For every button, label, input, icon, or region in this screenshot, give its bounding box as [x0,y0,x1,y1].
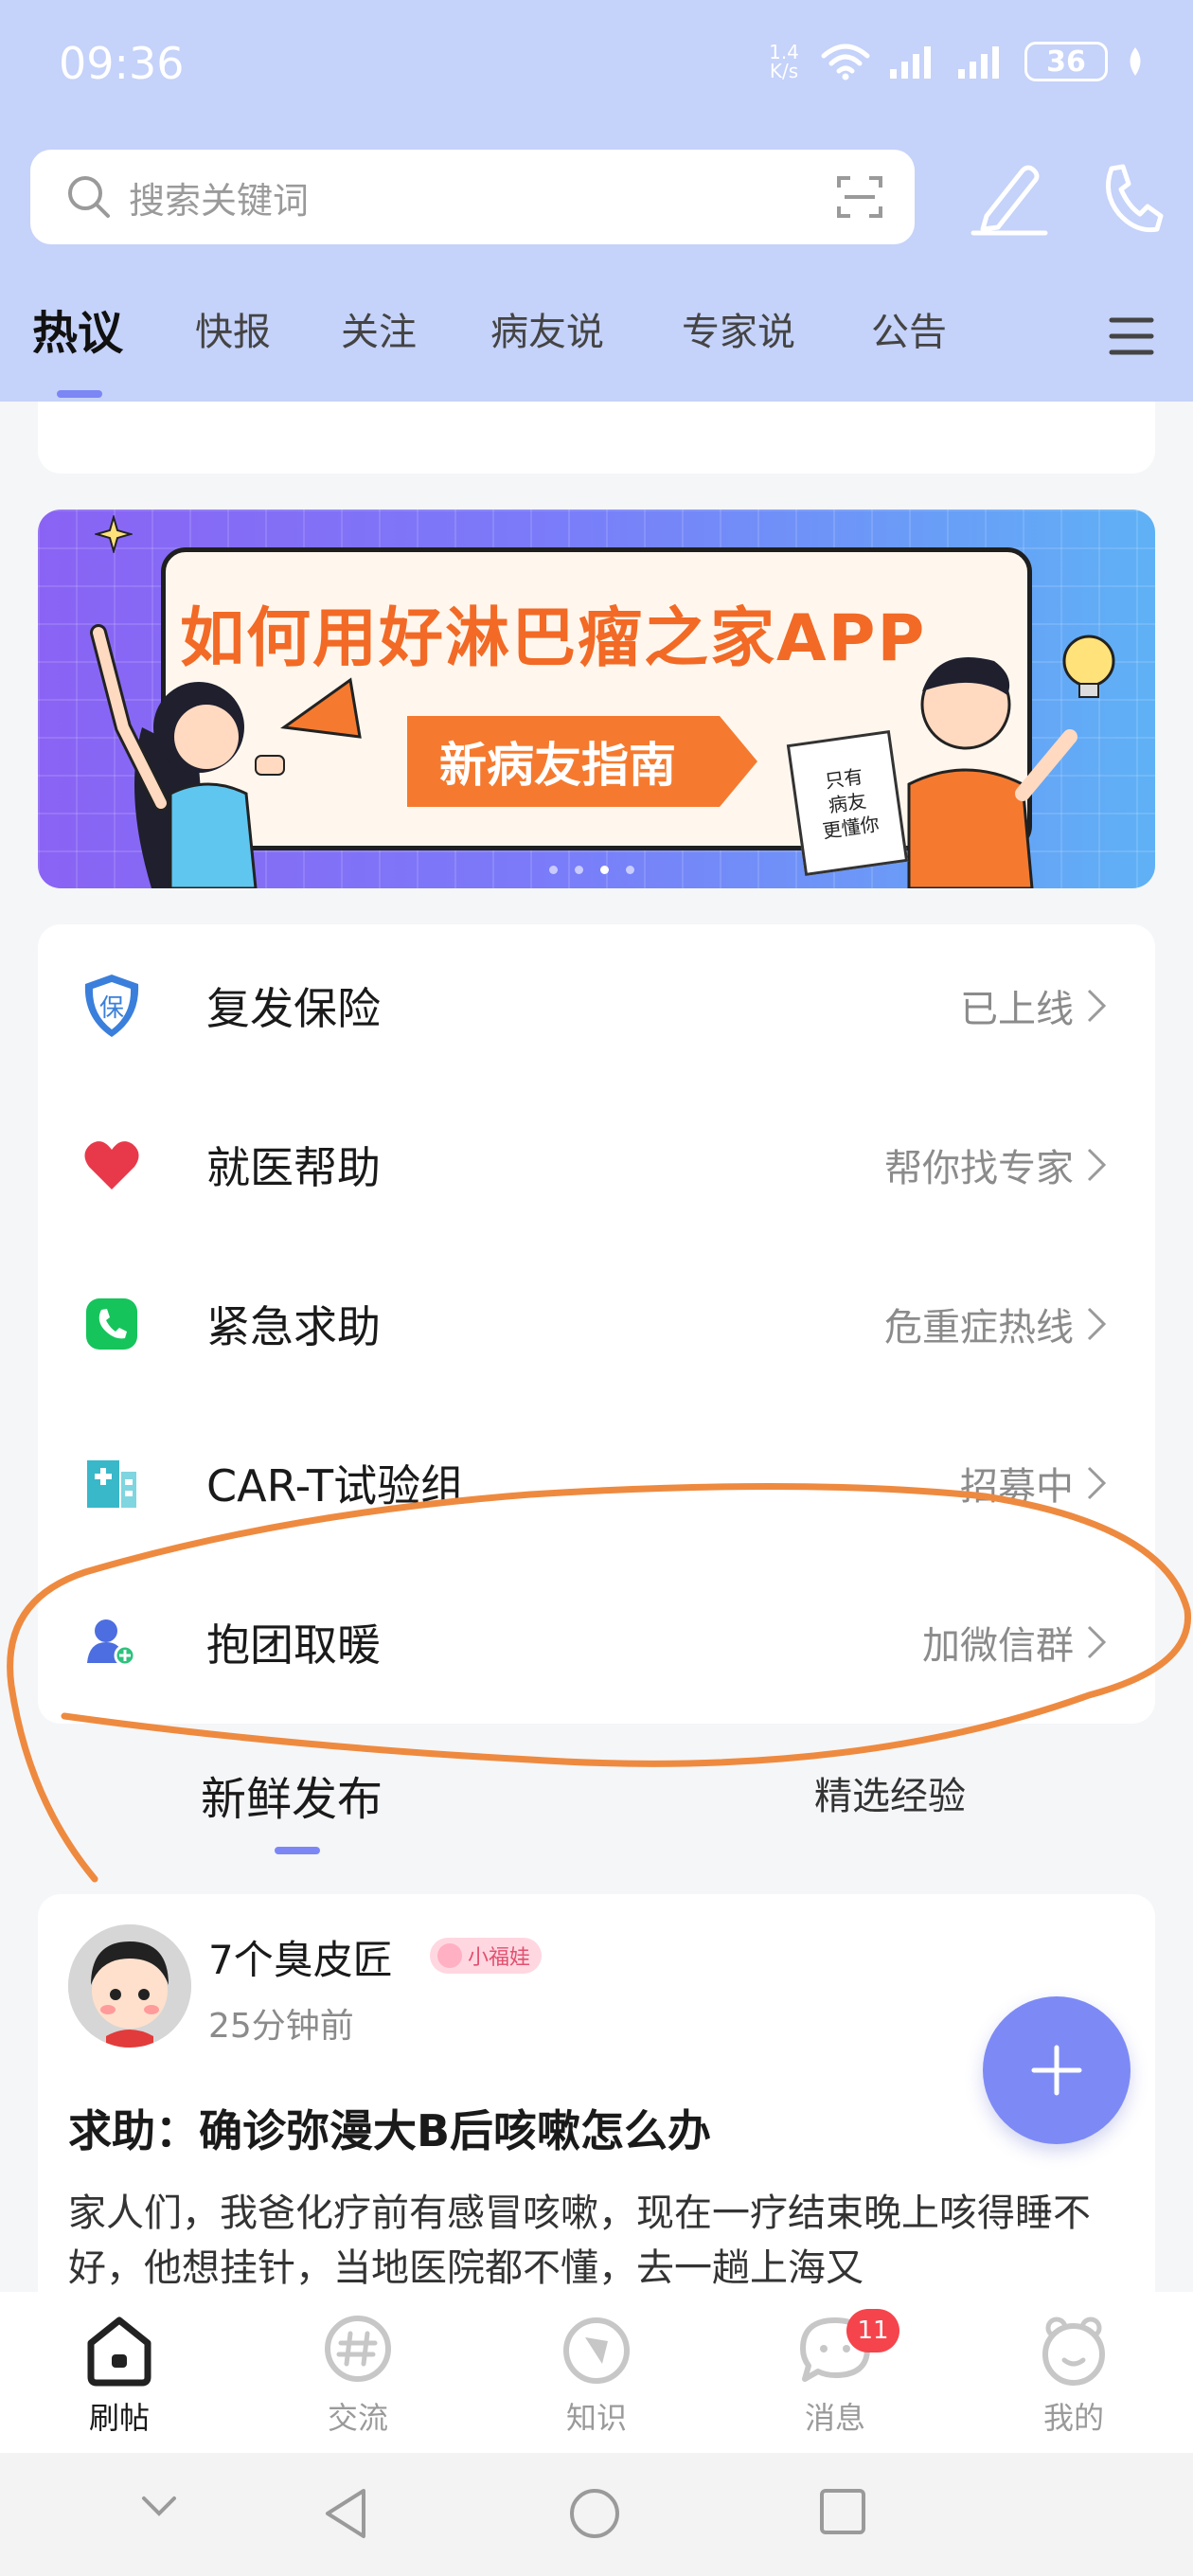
post-time: 25分钟前 [208,2007,354,2046]
compass-icon [563,2317,630,2384]
nav-item-messages[interactable]: 11 消息 [769,2309,901,2438]
nav-item-home[interactable]: 刷帖 [53,2315,186,2438]
chevron-right-icon [1087,989,1107,1023]
service-row-emergency[interactable]: 紧急求助 危重症热线 [38,1244,1155,1404]
service-status: 加微信群 [922,1624,1074,1668]
nav-label: 知识 [565,2400,627,2436]
search-bar[interactable]: 搜索关键词 [30,150,915,244]
nav-label: 我的 [1042,2400,1104,2436]
net-speed-unit: K/s [769,60,799,82]
sparkle-icon [95,515,133,553]
nav-label: 交流 [327,2400,388,2436]
feed-tabs: 新鲜发布 精选经验 [0,1752,1193,1856]
search-icon [68,176,110,218]
service-status: 危重症热线 [884,1306,1074,1350]
battery-indicator: 36 [1024,42,1108,81]
feed-tab-featured[interactable]: 精选经验 [814,1765,966,1820]
banner-tag: 新病友指南 [407,716,757,807]
home-circle-icon[interactable] [568,2487,621,2540]
phone-icon [81,1294,142,1354]
service-status: 已上线 [960,988,1074,1031]
shield-icon: 保 [81,975,142,1037]
nav-item-community[interactable]: 交流 [292,2315,424,2438]
feed-tab-indicator [275,1847,320,1854]
service-label: 抱团取暖 [206,1619,381,1671]
chevron-right-icon [1087,1466,1107,1500]
post-card[interactable]: 7个臭皮匠 小福娃 25分钟前 求助：确诊弥漫大B后咳嗽怎么办 家人们，我爸化疗… [38,1894,1155,2330]
post-body[interactable]: 家人们，我爸化疗前有感冒咳嗽，现在一疗结束晚上咳得睡不好，他想挂针，当地医院都不… [68,2186,1129,2296]
add-user-icon [81,1612,142,1673]
service-row-cart-trial[interactable]: CAR-T试验组 招募中 [38,1404,1155,1563]
tab-hot[interactable]: 热议 [32,295,123,362]
pagination-dot[interactable] [575,866,583,874]
chevron-down-icon[interactable] [138,2487,180,2525]
system-nav-bar [0,2453,1193,2576]
app-header: 09:36 1.4 K/s 36 搜索关键词 热议 快报 关注 病友说 专家说 … [0,0,1193,402]
service-list: 保 复发保险 已上线 就医帮助 帮你找专家 紧急求助 危重症热线 CAR-T试验… [38,924,1155,1724]
search-input[interactable]: 搜索关键词 [129,171,801,224]
wifi-icon [821,44,870,80]
tab-notices[interactable]: 公告 [871,301,947,356]
hospital-icon [81,1453,142,1513]
post-title[interactable]: 求助：确诊弥漫大B后咳嗽怎么办 [68,2097,711,2159]
service-label: 紧急求助 [206,1301,381,1352]
service-label: 复发保险 [206,983,381,1034]
banner-pagination [549,866,634,874]
service-row-medical-help[interactable]: 就医帮助 帮你找专家 [38,1085,1155,1244]
signal-icon-2 [958,46,999,79]
svg-text:保: 保 [99,994,124,1023]
service-status: 帮你找专家 [884,1147,1074,1190]
home-icon [87,2317,151,2387]
service-row-insurance[interactable]: 保 复发保险 已上线 [38,926,1155,1085]
nav-label: 消息 [804,2400,865,2436]
author-badge: 小福娃 [430,1938,543,1974]
pagination-dot-active[interactable] [600,866,609,874]
net-speed: 1.4 K/s [765,43,803,80]
bottom-nav: 刷帖 交流 知识 11 消息 我的 [0,2292,1193,2453]
nav-item-knowledge[interactable]: 知识 [530,2315,663,2438]
menu-icon[interactable] [1108,313,1155,360]
tab-active-indicator [57,390,102,398]
guide-banner[interactable]: 如何用好淋巴瘤之家APP 新病友指南 只有 病友 更懂你 [38,510,1155,888]
chevron-right-icon [1087,1307,1107,1341]
service-status: 招募中 [960,1465,1074,1509]
phone-icon[interactable] [1098,161,1165,237]
new-post-button[interactable] [983,1996,1131,2144]
avatar[interactable] [68,1924,191,2048]
status-icons: 1.4 K/s 36 [765,42,1146,81]
profile-icon [1042,2317,1105,2386]
post-author[interactable]: 7个臭皮匠 [208,1928,393,1986]
chevron-right-icon [1087,1148,1107,1182]
leaf-icon [1130,47,1141,76]
heart-icon [81,1135,142,1195]
tab-follow[interactable]: 关注 [341,301,417,356]
tab-patients[interactable]: 病友说 [490,301,604,356]
scan-icon[interactable] [835,172,884,222]
signal-icon [890,46,931,79]
status-time: 09:36 [59,38,185,89]
service-label: CAR-T试验组 [206,1460,465,1512]
pen-icon[interactable] [970,161,1049,237]
nav-label: 刷帖 [88,2400,150,2436]
net-speed-value: 1.4 [769,41,799,63]
tab-news[interactable]: 快报 [195,301,271,356]
girl-illustration [90,624,362,888]
tab-experts[interactable]: 专家说 [682,301,795,356]
recents-icon[interactable] [818,2487,867,2536]
nav-item-profile[interactable]: 我的 [1007,2315,1140,2438]
chevron-right-icon [1087,1625,1107,1659]
plus-icon [1031,2045,1082,2096]
pagination-dot[interactable] [626,866,634,874]
back-icon[interactable] [322,2487,369,2540]
pagination-dot[interactable] [549,866,558,874]
message-count-badge: 11 [846,2309,899,2352]
service-row-support-group[interactable]: 抱团取暖 加微信群 [38,1563,1155,1722]
feed-tab-latest[interactable]: 新鲜发布 [201,1762,383,1828]
hashtag-icon [325,2316,391,2382]
service-label: 就医帮助 [206,1142,381,1193]
banner-sign: 只有 病友 更懂你 [786,730,909,876]
